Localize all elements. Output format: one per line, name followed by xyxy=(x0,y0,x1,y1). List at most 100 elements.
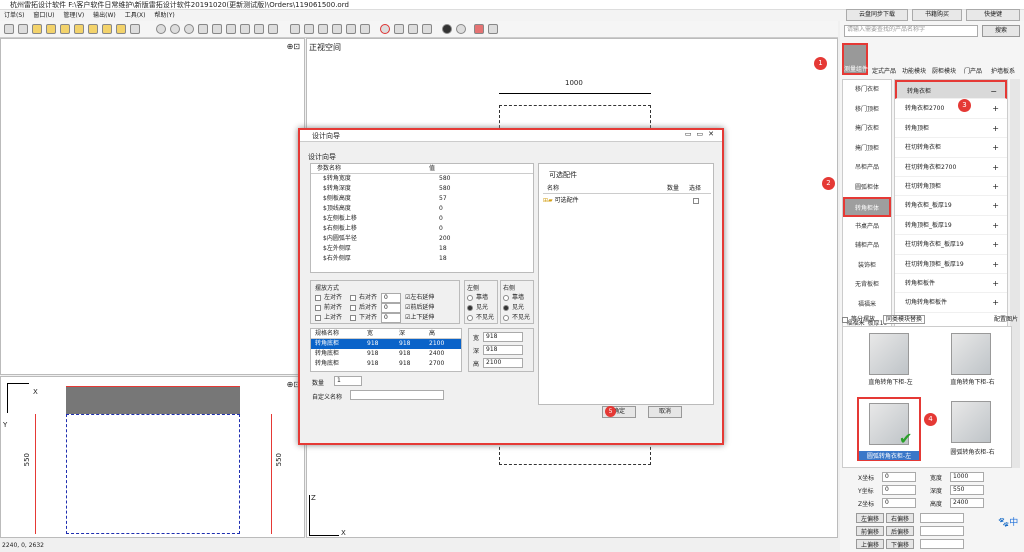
scissors-icon[interactable] xyxy=(422,24,432,34)
menu-output[interactable]: 输出(W) xyxy=(93,12,116,19)
cat-item[interactable]: 掩门顶柜 xyxy=(843,139,891,159)
dim-h-input[interactable]: 2100 xyxy=(483,358,523,368)
menu-manage[interactable]: 管理(V) xyxy=(63,12,84,19)
add-icon[interactable]: + xyxy=(992,177,999,196)
print-icon[interactable] xyxy=(332,24,342,34)
drawer-icon[interactable] xyxy=(88,24,98,34)
thumb-selected[interactable]: ✔ 圆弧转角衣柜-左 xyxy=(857,397,921,461)
menu-tools[interactable]: 工具(X) xyxy=(125,12,146,19)
right-wall-option[interactable]: 靠墙 xyxy=(512,294,524,301)
left-visible-option[interactable]: 见光 xyxy=(476,304,488,311)
product-item[interactable]: 柱切转角衣柜_板厚19 + xyxy=(895,235,1007,255)
offset-y-input[interactable] xyxy=(920,526,964,536)
right-visible-option[interactable]: 见光 xyxy=(512,304,524,311)
move-up-button[interactable]: 上偏移 xyxy=(856,539,884,549)
panel-icon[interactable] xyxy=(102,24,112,34)
plan-cabinet-body[interactable] xyxy=(66,414,240,534)
zoom-in-icon[interactable] xyxy=(156,24,166,34)
grid-icon[interactable] xyxy=(32,24,42,34)
check-icon[interactable] xyxy=(442,24,452,34)
view-zoom-icon[interactable]: ⊕⊡ xyxy=(287,42,300,51)
tab-match[interactable]: 配置图片 xyxy=(994,314,1018,323)
select-icon[interactable] xyxy=(212,24,222,34)
product-item[interactable]: 转角衣柜2700 + xyxy=(895,99,1007,119)
pan-icon[interactable] xyxy=(198,24,208,34)
cloud-sync-button[interactable]: 云盘同步下载 xyxy=(846,9,908,21)
opt-item[interactable]: 可选配件 xyxy=(555,197,579,204)
add-icon[interactable]: + xyxy=(992,216,999,235)
param-value[interactable]: 18 xyxy=(439,255,447,262)
add-icon[interactable]: + xyxy=(992,138,999,157)
param-value[interactable]: 0 xyxy=(439,205,443,212)
new-icon[interactable] xyxy=(4,24,14,34)
product-item[interactable]: 切角转角柜板件 + xyxy=(895,293,1007,313)
move-front-button[interactable]: 前偏移 xyxy=(856,526,884,536)
move-right-button[interactable]: 右偏移 xyxy=(886,513,914,523)
product-item[interactable]: 柱切转角顶柜_板厚19 + xyxy=(895,255,1007,274)
thumbnail-scrollbar[interactable] xyxy=(1012,326,1020,468)
bracket-icon[interactable] xyxy=(240,24,250,34)
category-kitchen[interactable]: 厨柜模块 xyxy=(930,43,958,75)
buy-book-button[interactable]: 书籍购买 xyxy=(912,9,962,21)
param-value[interactable]: 0 xyxy=(439,215,443,222)
text-icon[interactable] xyxy=(268,24,278,34)
equal-checkbox[interactable] xyxy=(842,316,848,323)
shelf-icon[interactable] xyxy=(116,24,126,34)
window-controls-icon[interactable]: ▭▭✕ xyxy=(685,130,719,138)
plan-view[interactable]: ⊕⊡ X Y 550 550 xyxy=(0,376,305,538)
move-back-button[interactable]: 后偏移 xyxy=(886,526,914,536)
height-input[interactable]: 2400 xyxy=(950,498,984,508)
add-icon[interactable]: + xyxy=(992,255,999,274)
door-icon[interactable] xyxy=(74,24,84,34)
cat-item[interactable]: 移门衣柜 xyxy=(843,80,891,100)
delete-icon[interactable] xyxy=(394,24,404,34)
zoom-fit-icon[interactable] xyxy=(184,24,194,34)
undo-icon[interactable] xyxy=(290,24,300,34)
offset-input[interactable]: 0 xyxy=(381,303,402,313)
line-icon[interactable] xyxy=(254,24,264,34)
left-hidden-option[interactable]: 不见光 xyxy=(476,314,494,321)
param-value[interactable]: 18 xyxy=(439,245,447,252)
cat-item[interactable]: 书桌产品 xyxy=(843,217,891,237)
plan-cabinet-top[interactable] xyxy=(66,386,240,414)
top-left-view[interactable]: ⊕⊡ xyxy=(0,38,305,375)
param-value[interactable]: 57 xyxy=(439,195,447,202)
fb-extend-option[interactable]: 前后延伸 xyxy=(410,304,434,311)
align-top-option[interactable]: 上对齐 xyxy=(324,314,342,321)
param-value[interactable]: 0 xyxy=(439,225,443,232)
param-value[interactable]: 580 xyxy=(439,185,450,192)
category-door[interactable]: 门产品 xyxy=(960,43,986,75)
x-input[interactable]: 0 xyxy=(882,472,916,482)
move-down-button[interactable]: 下偏移 xyxy=(886,539,914,549)
window-icon[interactable] xyxy=(488,24,498,34)
image-icon[interactable] xyxy=(130,24,140,34)
align-front-option[interactable]: 前对齐 xyxy=(324,304,342,311)
move-left-button[interactable]: 左偏移 xyxy=(856,513,884,523)
product-search-input[interactable]: 请输入需要查找的产品名称字 xyxy=(844,25,978,37)
product-item[interactable]: 转角柜板件 + xyxy=(895,274,1007,294)
shortcut-button[interactable]: 快捷键 xyxy=(966,9,1020,21)
thumb-image[interactable] xyxy=(951,333,991,375)
product-item[interactable]: 柱切转角顶柜 + xyxy=(895,177,1007,197)
zoom-out-icon[interactable] xyxy=(170,24,180,34)
product-item[interactable]: 转角顶柜_板厚19 + xyxy=(895,216,1007,236)
align-bottom-option[interactable]: 下对齐 xyxy=(359,314,377,321)
dim-w-input[interactable]: 918 xyxy=(483,332,523,342)
offset-input[interactable]: 0 xyxy=(381,313,402,323)
ud-extend-option[interactable]: 上下延伸 xyxy=(410,314,434,321)
edit-icon[interactable] xyxy=(360,24,370,34)
cut-icon[interactable] xyxy=(408,24,418,34)
cancel-button[interactable]: 取消 xyxy=(648,406,682,418)
product-item[interactable]: 柱切转角衣柜2700 + xyxy=(895,158,1007,177)
category-function[interactable]: 功能模块 xyxy=(900,43,928,75)
menu-help[interactable]: 帮助(Y) xyxy=(154,12,174,19)
product-item[interactable]: 转角衣柜_板厚19 + xyxy=(895,196,1007,216)
add-icon[interactable]: + xyxy=(992,119,999,138)
cat-item[interactable]: 辅柜产品 xyxy=(843,236,891,256)
tab-replace[interactable]: 同类模块替换 xyxy=(882,315,925,324)
add-icon[interactable]: + xyxy=(992,235,999,254)
copy-icon[interactable] xyxy=(304,24,314,34)
measure-icon[interactable] xyxy=(226,24,236,34)
add-icon[interactable]: + xyxy=(992,196,999,215)
offset-input[interactable]: 0 xyxy=(381,293,402,303)
